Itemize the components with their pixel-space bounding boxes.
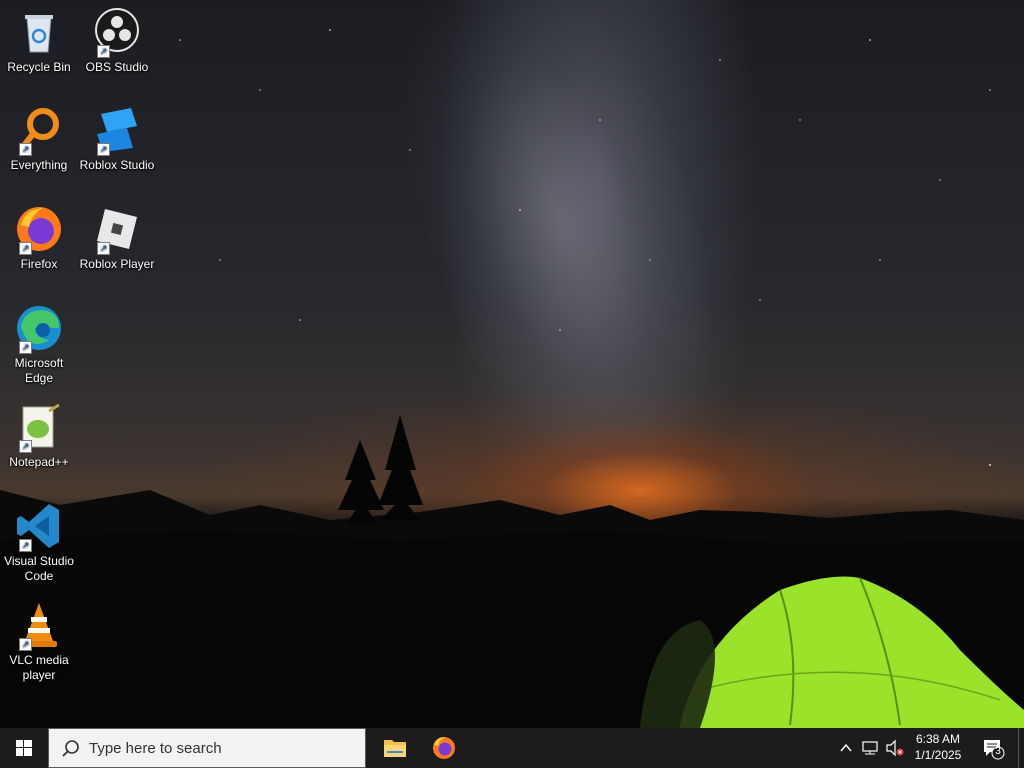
desktop-icon-roblox-studio[interactable]: ↗ Roblox Studio: [79, 106, 155, 173]
desktop-icon-everything[interactable]: ↗ Everything: [1, 106, 77, 173]
desktop-icon-vlc[interactable]: ↗ VLC media player: [1, 601, 77, 683]
action-center-button[interactable]: 3: [978, 728, 1010, 768]
desktop-icon-obs-studio[interactable]: ↗ OBS Studio: [79, 8, 155, 75]
shortcut-arrow-icon: ↗: [19, 440, 32, 453]
taskbar-search-box[interactable]: Type here to search: [48, 728, 366, 768]
network-disconnected-icon: [862, 741, 878, 755]
desktop-icon-label: Notepad++: [9, 455, 69, 469]
taskbar-file-explorer[interactable]: [371, 728, 419, 768]
desktop-icon-label: Roblox Player: [79, 257, 155, 271]
folder-icon: [384, 740, 406, 757]
desktop-icon-label: Recycle Bin: [7, 60, 71, 74]
start-button[interactable]: [0, 728, 48, 768]
recycle-bin-icon: [15, 8, 63, 56]
desktop-icon-microsoft-edge[interactable]: ↗ Microsoft Edge: [1, 304, 77, 386]
desktop-icon-label: Microsoft Edge: [14, 356, 64, 385]
shortcut-arrow-icon: ↗: [97, 242, 110, 255]
firefox-icon: ↗: [15, 205, 63, 255]
search-icon: [62, 740, 79, 757]
show-desktop-button[interactable]: [1018, 728, 1024, 768]
obs-studio-icon: ↗: [93, 8, 141, 58]
search-placeholder: Type here to search: [89, 740, 222, 757]
chevron-up-icon: [840, 743, 852, 752]
windows-logo-icon: [16, 740, 32, 756]
desktop-icon-roblox-player[interactable]: ↗ Roblox Player: [79, 205, 155, 272]
clock-time: 6:38 AM: [915, 732, 961, 746]
taskbar-clock[interactable]: 6:38 AM 1/1/2025: [904, 731, 972, 763]
desktop-icon-vscode[interactable]: ↗ Visual Studio Code: [1, 502, 77, 584]
shortcut-arrow-icon: ↗: [19, 341, 32, 354]
notification-count-badge: 3: [995, 746, 1001, 757]
clock-date: 1/1/2025: [914, 748, 962, 762]
firefox-icon: [433, 737, 455, 759]
desktop-icon-notepadplusplus[interactable]: ↗ Notepad++: [1, 403, 77, 470]
desktop-icon-label: Firefox: [20, 257, 58, 271]
everything-search-icon: ↗: [15, 106, 63, 156]
roblox-studio-icon: ↗: [93, 106, 141, 156]
notepadplusplus-icon: ↗: [15, 403, 63, 453]
stars: [179, 29, 991, 466]
taskbar: Type here to search 6:38 AM 1/1/2025 3: [0, 728, 1024, 768]
shortcut-arrow-icon: ↗: [19, 143, 32, 156]
desktop-icon-label: Visual Studio Code: [4, 554, 74, 583]
desktop-icon-recycle-bin[interactable]: Recycle Bin: [1, 8, 77, 75]
show-hidden-icons-button[interactable]: [836, 728, 856, 768]
desktop-icon-label: OBS Studio: [85, 60, 149, 74]
vlc-icon: ↗: [15, 601, 63, 651]
desktop-icon-label: Everything: [10, 158, 68, 172]
desktop-icon-label: VLC media player: [9, 653, 69, 682]
vscode-icon: ↗: [15, 502, 63, 552]
desktop-icon-firefox[interactable]: ↗ Firefox: [1, 205, 77, 272]
shortcut-arrow-icon: ↗: [97, 45, 110, 58]
taskbar-firefox[interactable]: [420, 728, 468, 768]
volume-button[interactable]: [884, 728, 906, 768]
edge-icon: ↗: [15, 304, 63, 354]
roblox-player-icon: ↗: [93, 205, 141, 255]
volume-muted-icon: [886, 739, 904, 757]
shortcut-arrow-icon: ↗: [19, 638, 32, 651]
network-status-button[interactable]: [860, 728, 882, 768]
shortcut-arrow-icon: ↗: [97, 143, 110, 156]
shortcut-arrow-icon: ↗: [19, 539, 32, 552]
desktop-icon-label: Roblox Studio: [79, 158, 155, 172]
shortcut-arrow-icon: ↗: [19, 242, 32, 255]
